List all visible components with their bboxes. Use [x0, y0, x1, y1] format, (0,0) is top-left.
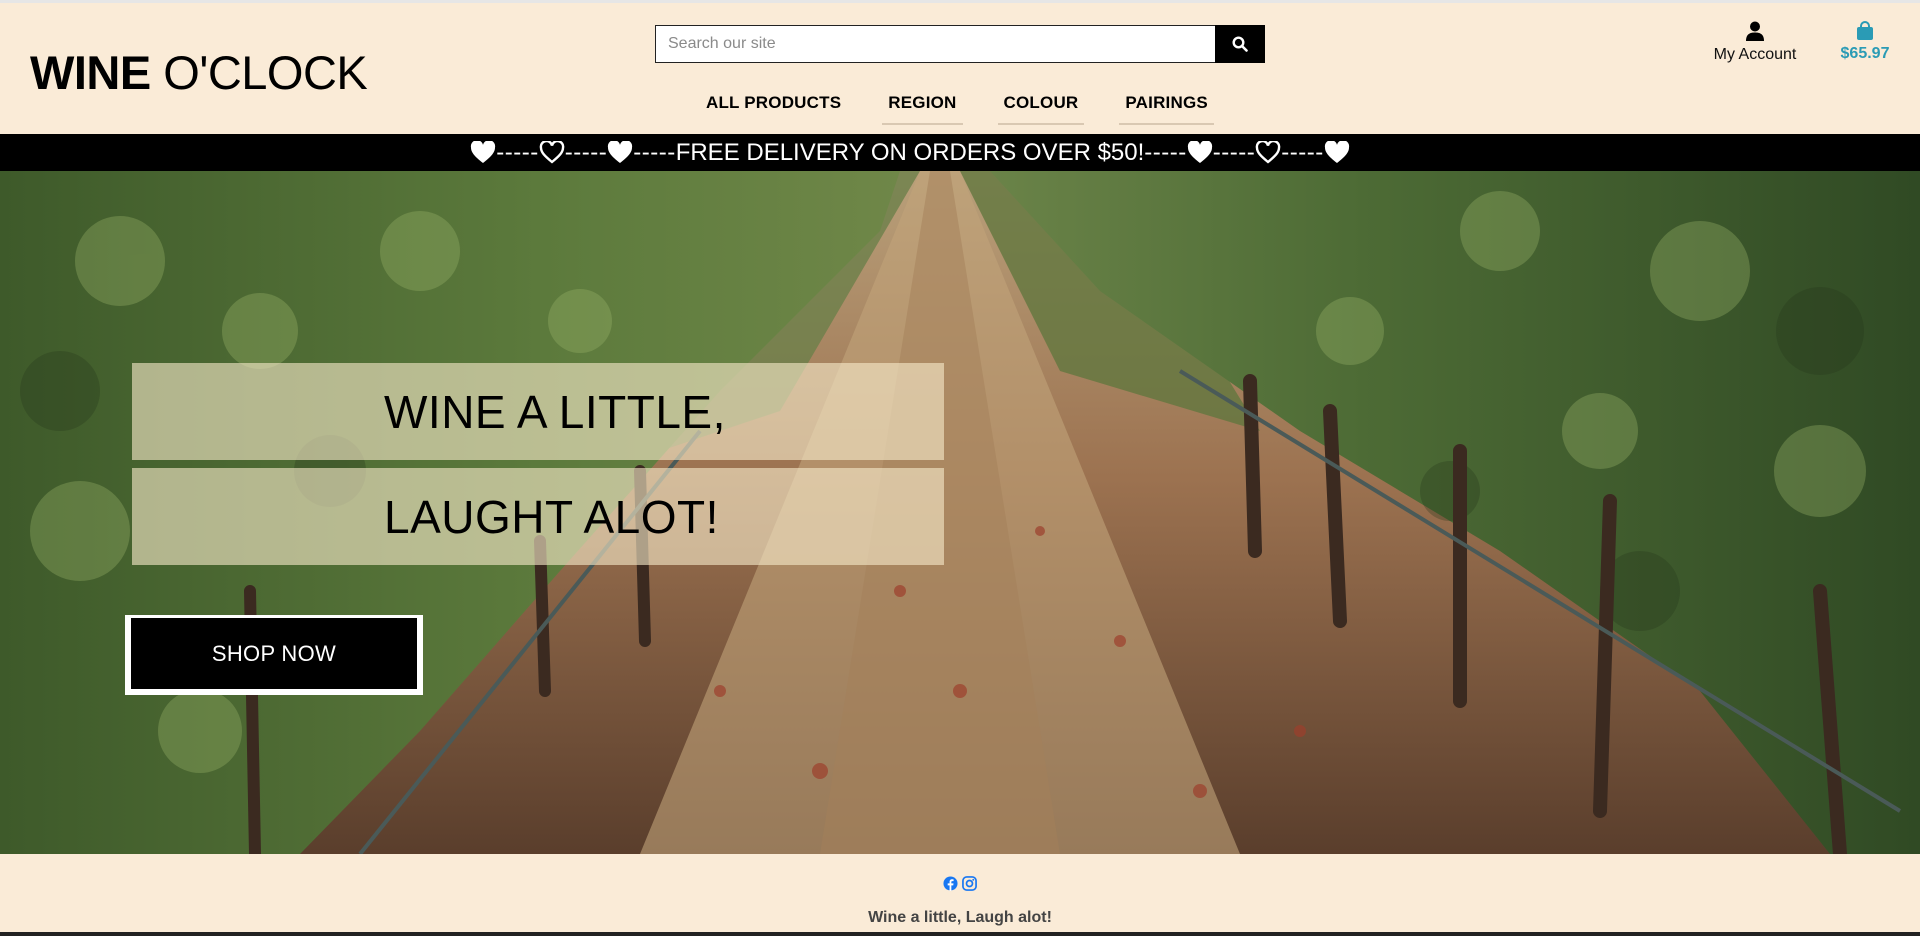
banner-separator: -----: [633, 138, 676, 166]
hero-tagline-line2: LAUGHT ALOT!: [384, 490, 719, 543]
banner-separator: -----: [1281, 138, 1324, 166]
bottom-border: [0, 932, 1920, 936]
search-button[interactable]: [1215, 25, 1265, 63]
banner-separator: -----: [496, 138, 539, 166]
hero-tagline-line2-box: LAUGHT ALOT!: [132, 468, 944, 565]
search-form: [655, 25, 1265, 63]
nav-all-products[interactable]: ALL PRODUCTS: [700, 83, 847, 125]
shop-now-button[interactable]: SHOP NOW: [125, 615, 423, 695]
heart-outline-icon: [1255, 140, 1281, 164]
my-account-label: My Account: [1713, 46, 1797, 63]
bag-total: $65.97: [1840, 45, 1890, 62]
main-nav: ALL PRODUCTS REGION COLOUR PAIRINGS: [700, 83, 1249, 127]
site-logo[interactable]: WINE O'CLOCK: [30, 45, 368, 100]
heart-solid-icon: [1187, 140, 1212, 163]
nav-region[interactable]: REGION: [882, 83, 963, 125]
heart-solid-icon: [608, 140, 633, 163]
facebook-icon: [943, 876, 958, 891]
hero-vineyard-image: WINE A LITTLE, LAUGHT ALOT! SHOP NOW: [0, 171, 1920, 854]
search-input[interactable]: [655, 25, 1215, 63]
delivery-banner-content: ----- ----- ----- FREE DELIVERY ON ORDER…: [470, 139, 1349, 167]
hero-tagline-line1-box: WINE A LITTLE,: [132, 363, 944, 460]
site-footer: Wine a little, Laugh alot!: [0, 854, 1920, 936]
heart-solid-icon: [471, 140, 496, 163]
facebook-link[interactable]: [943, 876, 958, 896]
my-account-link[interactable]: My Account: [1705, 21, 1805, 64]
shop-now-label: SHOP NOW: [211, 640, 337, 666]
banner-text: FREE DELIVERY ON ORDERS OVER $50!: [675, 138, 1145, 166]
instagram-link[interactable]: [962, 876, 977, 896]
user-icon: [1746, 21, 1764, 41]
banner-separator: -----: [1212, 138, 1256, 166]
instagram-icon: [962, 876, 977, 891]
site-header: WINE O'CLOCK ALL PRODUCTS REGION COLOUR …: [0, 3, 1920, 134]
heart-outline-icon: [539, 140, 564, 164]
delivery-banner: ----- ----- ----- FREE DELIVERY ON ORDER…: [0, 134, 1920, 171]
shopping-bag-icon: [1857, 21, 1873, 40]
logo-bold: WINE: [30, 46, 151, 99]
logo-light: O'CLOCK: [163, 46, 368, 99]
shopping-bag-link[interactable]: $65.97: [1835, 21, 1895, 63]
search-icon: [1232, 36, 1248, 52]
banner-separator: -----: [1144, 138, 1187, 166]
nav-colour[interactable]: COLOUR: [997, 83, 1085, 125]
heart-solid-icon: [1324, 140, 1349, 163]
hero-tagline-line1: WINE A LITTLE,: [384, 385, 726, 438]
footer-motto: Wine a little, Laugh alot!: [868, 909, 1052, 926]
nav-pairings[interactable]: PAIRINGS: [1119, 83, 1214, 125]
social-links: [943, 876, 977, 896]
banner-separator: -----: [564, 138, 608, 166]
